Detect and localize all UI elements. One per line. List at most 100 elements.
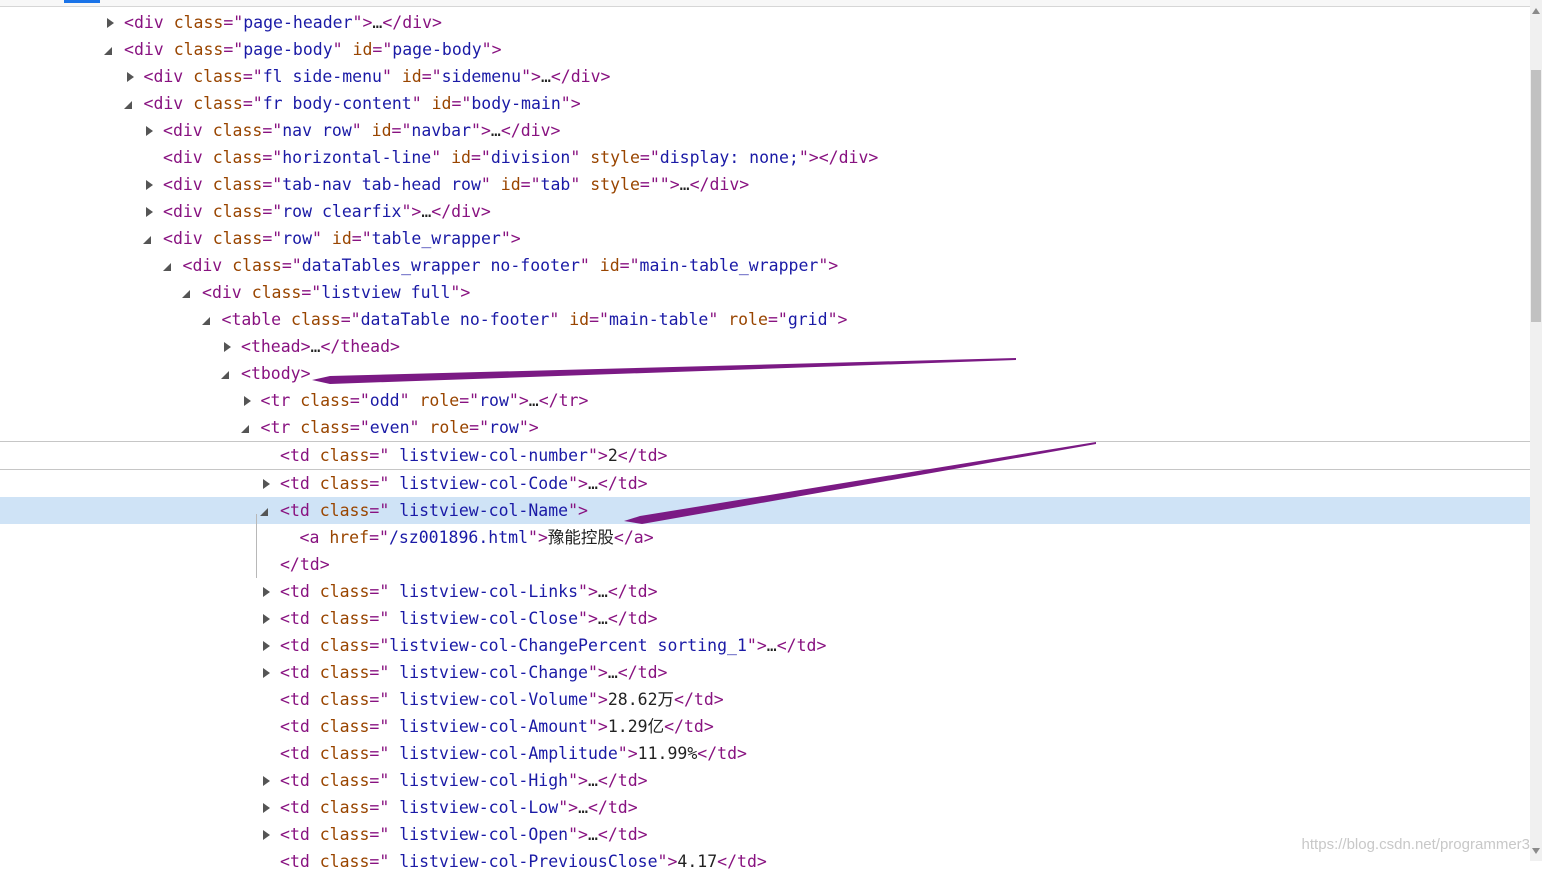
page-header-node[interactable]: <div class="page-header">…</div>: [0, 9, 1530, 36]
td-volume-node[interactable]: <td class=" listview-col-Volume">28.62万<…: [0, 686, 1530, 713]
attr-space: [310, 798, 320, 817]
attr-name: class: [319, 501, 370, 520]
attr-value: main-table: [608, 310, 709, 329]
attr-eq: =": [369, 582, 390, 601]
expanded-triangle-icon[interactable]: [162, 263, 171, 271]
collapsed-triangle-icon[interactable]: [107, 18, 114, 28]
listview-node[interactable]: <div class="listview full">: [0, 279, 1530, 306]
table-wrapper-node[interactable]: <div class="row" id="table_wrapper">: [0, 225, 1530, 252]
collapsed-triangle-icon[interactable]: [263, 614, 270, 624]
division-node[interactable]: <div class="horizontal-line" id="divisio…: [0, 144, 1530, 171]
scroll-down-arrow-icon[interactable]: [1532, 848, 1540, 854]
collapsed-triangle-icon[interactable]: [263, 668, 270, 678]
attr-name: class: [291, 310, 341, 329]
collapsed-triangle-icon[interactable]: [263, 587, 270, 597]
attr-space: [203, 121, 213, 140]
collapsed-triangle-icon[interactable]: [263, 830, 270, 840]
td-change-node[interactable]: <td class=" listview-col-Change">…</td>: [0, 659, 1530, 686]
thead-node[interactable]: <thead>…</thead>: [0, 333, 1530, 360]
td-open-node[interactable]: <td class=" listview-col-Open">…</td>: [0, 821, 1530, 848]
collapsed-triangle-icon[interactable]: [243, 396, 251, 406]
td-high-node[interactable]: <td class=" listview-col-High">…</td>: [0, 767, 1530, 794]
attr-eq: =": [589, 310, 609, 329]
attr-space: [491, 175, 501, 194]
td-close-tag[interactable]: </td>: [0, 551, 1530, 578]
scroll-up-arrow-icon[interactable]: [1532, 8, 1540, 14]
expanded-triangle-icon[interactable]: [104, 47, 112, 55]
collapsed-triangle-icon[interactable]: [263, 641, 270, 651]
node-content: 豫能控股: [547, 528, 614, 547]
attr-quote: ": [558, 798, 569, 817]
page-body-node[interactable]: <div class="page-body" id="page-body">: [0, 36, 1530, 63]
tag-close-bracket: >: [528, 418, 539, 437]
expanded-triangle-icon[interactable]: [240, 425, 249, 433]
td-number-node[interactable]: <td class=" listview-col-number">2</td>: [0, 442, 1530, 470]
td-previousclose-node[interactable]: <td class=" listview-col-PreviousClose">…: [0, 848, 1530, 875]
scrollbar-thumb[interactable]: [1531, 70, 1541, 322]
collapsed-triangle-icon[interactable]: [263, 776, 270, 786]
attr-quote: ": [481, 40, 492, 59]
collapsed-triangle-icon[interactable]: [146, 126, 153, 136]
attr-name: class: [319, 582, 370, 601]
collapsed-triangle-icon[interactable]: [146, 207, 153, 217]
td-code-node[interactable]: <td class=" listview-col-Code">…</td>: [0, 470, 1530, 497]
node-markup: <td class=" listview-col-Amplitude">11.9…: [280, 740, 747, 767]
attr-quote: ": [431, 148, 442, 167]
tr-odd-node[interactable]: <tr class="odd" role="row">…</tr>: [0, 387, 1530, 414]
datatables-wrapper-node[interactable]: <div class="dataTables_wrapper no-footer…: [0, 252, 1530, 279]
node-content: …: [587, 825, 598, 844]
tbody-node[interactable]: <tbody>: [0, 360, 1530, 387]
attr-eq: =": [349, 391, 370, 410]
node-markup: <div class="page-body" id="page-body">: [124, 36, 502, 63]
tag-name: td: [289, 446, 310, 465]
collapsed-triangle-icon[interactable]: [126, 72, 134, 82]
attr-space: [310, 771, 320, 790]
attr-quote: ": [578, 582, 588, 601]
expanded-triangle-icon[interactable]: [123, 101, 132, 109]
attr-name: class: [319, 663, 370, 682]
expanded-triangle-icon[interactable]: [201, 317, 210, 325]
td-low-node[interactable]: <td class=" listview-col-Low">…</td>: [0, 794, 1530, 821]
expanded-node-guide-line: [256, 514, 257, 578]
collapsed-triangle-icon[interactable]: [263, 803, 270, 813]
body-content-node[interactable]: <div class="fr body-content" id="body-ma…: [0, 90, 1530, 117]
attr-quote: ": [568, 474, 579, 493]
active-panel-indicator: [64, 0, 100, 3]
end-tag: </div>: [818, 148, 879, 167]
attr-eq: =": [369, 852, 390, 871]
navbar-node[interactable]: <div class="nav row" id="navbar">…</div>: [0, 117, 1530, 144]
td-links-node[interactable]: <td class=" listview-col-Links">…</td>: [0, 578, 1530, 605]
node-markup: <div class="listview full">: [202, 279, 470, 306]
attr-quote: ": [708, 310, 719, 329]
attr-space: [580, 148, 590, 167]
expanded-triangle-icon[interactable]: [182, 290, 190, 298]
collapsed-triangle-icon[interactable]: [224, 342, 231, 352]
attr-eq: =": [369, 446, 390, 465]
expanded-triangle-icon[interactable]: [260, 508, 268, 516]
tag-name: td: [289, 744, 310, 763]
a-link-node[interactable]: <a href="/sz001896.html">豫能控股</a>: [0, 524, 1530, 551]
td-close-col-node[interactable]: <td class=" listview-col-Close">…</td>: [0, 605, 1530, 632]
tr-even-node[interactable]: <tr class="even" role="row">: [0, 414, 1530, 442]
expanded-triangle-icon[interactable]: [221, 371, 229, 379]
node-content: 2: [607, 446, 618, 465]
tag-name: td: [289, 690, 310, 709]
tag-name: td: [289, 717, 310, 736]
expanded-triangle-icon[interactable]: [143, 236, 151, 244]
tag-name: table: [231, 310, 282, 329]
main-table-node[interactable]: <table class="dataTable no-footer" id="m…: [0, 306, 1530, 333]
attr-quote: ": [568, 501, 579, 520]
collapsed-triangle-icon[interactable]: [146, 180, 153, 190]
tab-node[interactable]: <div class="tab-nav tab-head row" id="ta…: [0, 171, 1530, 198]
clearfix-node[interactable]: <div class="row clearfix">…</div>: [0, 198, 1530, 225]
td-amount-node[interactable]: <td class=" listview-col-Amount">1.29亿</…: [0, 713, 1530, 740]
attr-value: listview-col-Volume: [389, 690, 588, 709]
td-amplitude-node[interactable]: <td class=" listview-col-Amplitude">11.9…: [0, 740, 1530, 767]
tag-close-bracket: >: [828, 256, 839, 275]
td-name-node[interactable]: <td class=" listview-col-Name">: [0, 497, 1530, 524]
side-menu-node[interactable]: <div class="fl side-menu" id="sidemenu">…: [0, 63, 1530, 90]
td-changepercent-node[interactable]: <td class="listview-col-ChangePercent so…: [0, 632, 1530, 659]
end-tag: </div>: [689, 175, 750, 194]
tag-open-bracket: <: [280, 636, 290, 655]
collapsed-triangle-icon[interactable]: [263, 479, 270, 489]
